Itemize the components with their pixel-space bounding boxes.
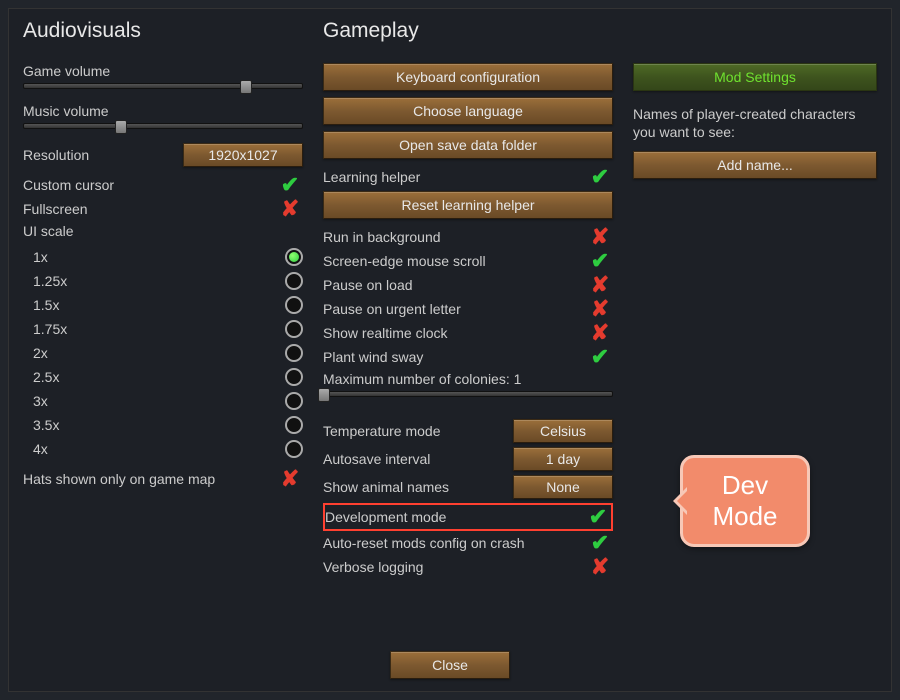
close-button[interactable]: Close	[390, 651, 510, 679]
radio-icon[interactable]	[285, 272, 303, 290]
ui-scale-option-label: 2x	[23, 345, 48, 361]
ui-scale-option[interactable]: 1.5x	[23, 293, 303, 317]
hats-toggle[interactable]: ✘	[277, 468, 303, 490]
ui-scale-option[interactable]: 1.75x	[23, 317, 303, 341]
section-title-gameplay: Gameplay	[323, 19, 613, 43]
dev-mode-callout: Dev Mode	[680, 455, 810, 547]
gameplay-toggle-row: Pause on urgent letter ✘	[323, 297, 613, 321]
custom-cursor-label: Custom cursor	[23, 177, 114, 193]
ui-scale-option[interactable]: 1x	[23, 245, 303, 269]
slider-thumb[interactable]	[240, 80, 252, 94]
resolution-label: Resolution	[23, 147, 89, 163]
slider-thumb[interactable]	[318, 388, 330, 402]
hats-label: Hats shown only on game map	[23, 471, 215, 487]
music-volume-slider[interactable]	[23, 123, 303, 129]
options-panel: Audiovisuals Game volume Music volume Re…	[8, 8, 892, 692]
dev-mode-label: Development mode	[325, 509, 446, 525]
ui-scale-label: UI scale	[23, 223, 303, 239]
slider-thumb[interactable]	[115, 120, 127, 134]
ui-scale-option-label: 1.75x	[23, 321, 67, 337]
ui-scale-option[interactable]: 2x	[23, 341, 303, 365]
radio-icon[interactable]	[285, 368, 303, 386]
radio-icon[interactable]	[285, 248, 303, 266]
ui-scale-option[interactable]: 4x	[23, 437, 303, 461]
gameplay-toggle-row: Plant wind sway ✔	[323, 345, 613, 369]
toggle-label: Screen-edge mouse scroll	[323, 253, 486, 269]
ui-scale-option-label: 3x	[23, 393, 48, 409]
add-name-button[interactable]: Add name...	[633, 151, 877, 179]
choose-language-button[interactable]: Choose language	[323, 97, 613, 125]
callout-text: Mode	[703, 501, 787, 532]
radio-icon[interactable]	[285, 320, 303, 338]
autosave-interval-button[interactable]: 1 day	[513, 447, 613, 471]
toggle-checkbox[interactable]: ✔	[587, 346, 613, 368]
verbose-logging-label: Verbose logging	[323, 559, 423, 575]
radio-icon[interactable]	[285, 344, 303, 362]
ui-scale-option-label: 4x	[23, 441, 48, 457]
auto-reset-mods-label: Auto-reset mods config on crash	[323, 535, 525, 551]
gameplay-toggle-row: Show realtime clock ✘	[323, 321, 613, 345]
ui-scale-option[interactable]: 2.5x	[23, 365, 303, 389]
radio-icon[interactable]	[285, 296, 303, 314]
toggle-label: Pause on load	[323, 277, 413, 293]
mod-settings-button[interactable]: Mod Settings	[633, 63, 877, 91]
animal-names-label: Show animal names	[323, 479, 513, 495]
toggle-checkbox[interactable]: ✘	[587, 298, 613, 320]
toggle-label: Plant wind sway	[323, 349, 423, 365]
radio-icon[interactable]	[285, 416, 303, 434]
fullscreen-label: Fullscreen	[23, 201, 88, 217]
section-title-audiovisuals: Audiovisuals	[23, 19, 303, 43]
auto-reset-mods-toggle[interactable]: ✔	[587, 532, 613, 554]
toggle-checkbox[interactable]: ✘	[587, 322, 613, 344]
reset-learning-helper-button[interactable]: Reset learning helper	[323, 191, 613, 219]
max-colonies-label: Maximum number of colonies: 1	[323, 371, 613, 387]
learning-helper-toggle[interactable]: ✔	[587, 166, 613, 188]
gameplay-toggle-row: Pause on load ✘	[323, 273, 613, 297]
temperature-mode-label: Temperature mode	[323, 423, 513, 439]
fullscreen-toggle[interactable]: ✘	[277, 198, 303, 220]
toggle-label: Run in background	[323, 229, 441, 245]
ui-scale-option-label: 1.25x	[23, 273, 67, 289]
temperature-mode-button[interactable]: Celsius	[513, 419, 613, 443]
ui-scale-option-label: 1x	[23, 249, 48, 265]
gameplay-toggle-row: Run in background ✘	[323, 225, 613, 249]
radio-icon[interactable]	[285, 392, 303, 410]
ui-scale-option[interactable]: 3x	[23, 389, 303, 413]
toggle-checkbox[interactable]: ✘	[587, 226, 613, 248]
animal-names-button[interactable]: None	[513, 475, 613, 499]
gameplay-toggle-row: Screen-edge mouse scroll ✔	[323, 249, 613, 273]
toggle-label: Show realtime clock	[323, 325, 448, 341]
autosave-interval-label: Autosave interval	[323, 451, 513, 467]
ui-scale-option[interactable]: 3.5x	[23, 413, 303, 437]
resolution-button[interactable]: 1920x1027	[183, 143, 303, 167]
ui-scale-option[interactable]: 1.25x	[23, 269, 303, 293]
music-volume-label: Music volume	[23, 103, 303, 119]
game-volume-slider[interactable]	[23, 83, 303, 89]
callout-text: Dev	[703, 470, 787, 501]
radio-icon[interactable]	[285, 440, 303, 458]
toggle-label: Pause on urgent letter	[323, 301, 461, 317]
ui-scale-option-label: 3.5x	[23, 417, 59, 433]
custom-cursor-toggle[interactable]: ✔	[277, 174, 303, 196]
toggle-checkbox[interactable]: ✘	[587, 274, 613, 296]
game-volume-label: Game volume	[23, 63, 303, 79]
keyboard-config-button[interactable]: Keyboard configuration	[323, 63, 613, 91]
ui-scale-option-label: 2.5x	[23, 369, 59, 385]
ui-scale-option-label: 1.5x	[23, 297, 59, 313]
player-names-text: Names of player-created characters you w…	[633, 105, 877, 141]
max-colonies-slider[interactable]	[323, 391, 613, 397]
learning-helper-label: Learning helper	[323, 169, 420, 185]
open-save-folder-button[interactable]: Open save data folder	[323, 131, 613, 159]
dev-mode-toggle[interactable]: ✔	[585, 506, 611, 528]
verbose-logging-toggle[interactable]: ✘	[587, 556, 613, 578]
toggle-checkbox[interactable]: ✔	[587, 250, 613, 272]
